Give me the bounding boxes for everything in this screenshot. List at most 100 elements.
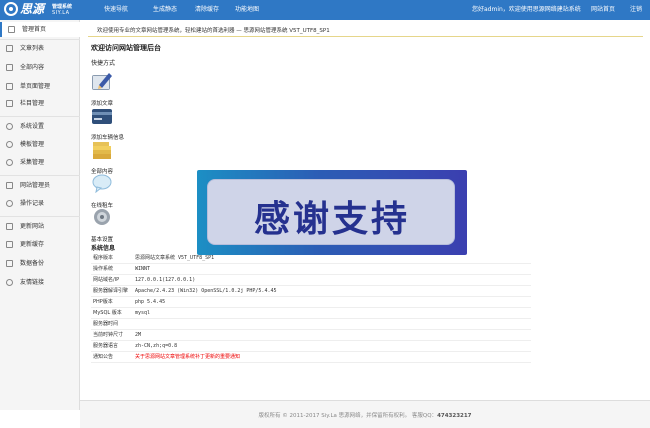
info-row: 服务器时间 <box>91 319 531 330</box>
info-key: 程序版本 <box>93 255 114 261</box>
home-icon <box>8 26 15 33</box>
sidebar-divider <box>0 39 80 40</box>
sidebar-item-label: 更新缓存 <box>20 241 45 248</box>
info-key: 通知公告 <box>93 354 114 360</box>
sidebar-item-label: 管理首页 <box>22 26 47 33</box>
brand-english: SIY.LA <box>52 10 70 16</box>
refresh-icon <box>6 223 13 230</box>
notice-link[interactable]: 关于思源网站文章管理系统补丁更新的重要通知 <box>135 352 240 363</box>
cache-icon <box>6 241 13 248</box>
divider <box>88 36 643 37</box>
thanks-banner-panel: 感谢支持 <box>207 179 455 245</box>
topnav-generate-static[interactable]: 生成静态 <box>153 0 177 20</box>
sidebar-item-friend-links[interactable]: 友情链接 <box>0 275 80 290</box>
sidebar-item-update-cache[interactable]: 更新缓存 <box>0 237 80 252</box>
info-row: 服务器解译引擎 Apache/2.4.23 (Win32) OpenSSL/1.… <box>91 286 531 297</box>
sidebar-item-collect[interactable]: 采集管理 <box>0 155 80 170</box>
sidebar-item-label: 单页面管理 <box>20 83 51 90</box>
sidebar-item-admin-home[interactable]: 管理首页 <box>0 22 80 37</box>
sidebar-item-label: 模板管理 <box>20 141 45 148</box>
sidebar-item-operation-log[interactable]: 操作记录 <box>0 196 80 211</box>
gear-icon[interactable] <box>91 207 113 227</box>
info-key: MySQL 版本 <box>93 310 122 316</box>
topnav-clear-cache[interactable]: 清除缓存 <box>195 0 219 20</box>
sidebar-divider <box>0 116 80 117</box>
info-row: 当前时钟尺寸 2M <box>91 330 531 341</box>
user-icon <box>6 182 13 189</box>
sidebar-item-update-site[interactable]: 更新网站 <box>0 219 80 234</box>
info-key: PHP版本 <box>93 299 113 305</box>
thanks-banner-text: 感谢支持 <box>253 199 410 240</box>
page-icon <box>6 83 13 90</box>
sidebar-item-label: 友情链接 <box>20 279 45 286</box>
pencil-icon[interactable] <box>91 71 113 91</box>
sidebar-item-site-admin[interactable]: 网站管理员 <box>0 178 80 193</box>
sidebar-item-column[interactable]: 栏目管理 <box>0 96 80 111</box>
top-bar: 思源 管理系统 SIY.LA 快速导航 生成静态 清除缓存 功能地图 您好adm… <box>0 0 650 20</box>
info-row: 操作系统 WINNT <box>91 264 531 275</box>
info-key: 网站域名/IP <box>93 277 120 283</box>
info-key: 服务器语言 <box>93 343 119 349</box>
info-key: 操作系统 <box>93 266 114 272</box>
page-title: 欢迎访问网站管理后台 <box>91 44 161 52</box>
brand-subtitle: 管理系统 <box>52 4 73 10</box>
backup-icon <box>6 260 13 267</box>
settings-icon <box>6 123 13 130</box>
site-home-link[interactable]: 网站首页 <box>591 0 615 20</box>
topnav-quick-nav[interactable]: 快速导航 <box>104 0 128 20</box>
thanks-banner-image: 感谢支持 <box>197 170 467 255</box>
info-key: 服务器时间 <box>93 321 119 327</box>
topnav-function-map[interactable]: 功能地图 <box>235 0 259 20</box>
sidebar-item-label: 全部内容 <box>20 64 45 71</box>
welcome-banner: 欢迎使用专业的文章网站管理系统，轻松建站的首选利器 — 思源网站管理系统 V5T… <box>97 28 330 34</box>
sidebar-item-label: 数据备份 <box>20 260 45 267</box>
greeting-text: 您好admin，欢迎使用思源网络建站系统 <box>472 6 581 13</box>
system-info-title: 系统信息 <box>91 245 116 252</box>
footer-qq-number: 474323217 <box>437 413 472 419</box>
log-icon <box>6 200 13 207</box>
info-value: zh-CN,zh;q=0.8 <box>135 343 178 349</box>
folder-icon[interactable] <box>91 140 113 160</box>
sidebar-item-template[interactable]: 模板管理 <box>0 137 80 152</box>
sidebar-item-label: 采集管理 <box>20 159 45 166</box>
info-value: WINNT <box>135 266 151 272</box>
sidebar-divider <box>0 175 80 176</box>
sidebar-item-single-page[interactable]: 单页面管理 <box>0 79 80 94</box>
card-icon[interactable] <box>91 106 113 126</box>
sidebar-divider <box>0 216 80 217</box>
info-value: php 5.4.45 <box>135 299 166 305</box>
logo-icon <box>4 2 18 16</box>
sidebar-item-label: 文章列表 <box>20 45 45 52</box>
chat-icon[interactable] <box>91 173 113 193</box>
brand-name: 思源 <box>20 2 45 16</box>
sidebar-item-label: 栏目管理 <box>20 100 45 107</box>
quick-basic-settings-label[interactable]: 基本设置 <box>91 235 113 243</box>
info-value: mysql <box>135 310 151 316</box>
collect-icon <box>6 159 13 166</box>
info-row: 网站域名/IP 127.0.0.1(127.0.0.1) <box>91 275 531 286</box>
sidebar-item-label: 网站管理员 <box>20 182 51 189</box>
list-icon <box>6 45 13 52</box>
footer-copyright: 版权所有 © 2011-2017 Siy.La 思源网络，并保留所有权利。 <box>258 413 411 419</box>
info-row: MySQL 版本 mysql <box>91 308 531 319</box>
footer: 版权所有 © 2011-2017 Siy.La 思源网络，并保留所有权利。 客服… <box>80 400 650 428</box>
info-value: 2M <box>135 332 142 338</box>
logout-link[interactable]: 注销 <box>630 0 642 20</box>
sidebar-item-article-list[interactable]: 文章列表 <box>0 41 80 56</box>
sidebar-item-label: 系统设置 <box>20 123 45 130</box>
content-icon <box>6 64 13 71</box>
sidebar-item-label: 操作记录 <box>20 200 45 207</box>
sidebar-item-label: 更新网站 <box>20 223 45 230</box>
info-row: 通知公告 关于思源网站文章管理系统补丁更新的重要通知 <box>91 352 531 363</box>
column-icon <box>6 100 13 107</box>
sidebar-item-all-content[interactable]: 全部内容 <box>0 60 80 75</box>
info-value: 127.0.0.1(127.0.0.1) <box>135 277 196 283</box>
link-icon <box>6 279 13 286</box>
info-value: Apache/2.4.23 (Win32) OpenSSL/1.0.2j PHP… <box>135 288 277 294</box>
sidebar: 管理首页 文章列表 全部内容 单页面管理 栏目管理 系统设置 模板管理 采集管理… <box>0 20 80 410</box>
info-row: 服务器语言 zh-CN,zh;q=0.8 <box>91 341 531 352</box>
brand-logo[interactable]: 思源 管理系统 SIY.LA <box>4 1 84 19</box>
sidebar-item-system-settings[interactable]: 系统设置 <box>0 119 80 134</box>
quick-shortcuts-title: 快捷方式 <box>91 60 116 67</box>
sidebar-item-data-backup[interactable]: 数据备份 <box>0 256 80 271</box>
